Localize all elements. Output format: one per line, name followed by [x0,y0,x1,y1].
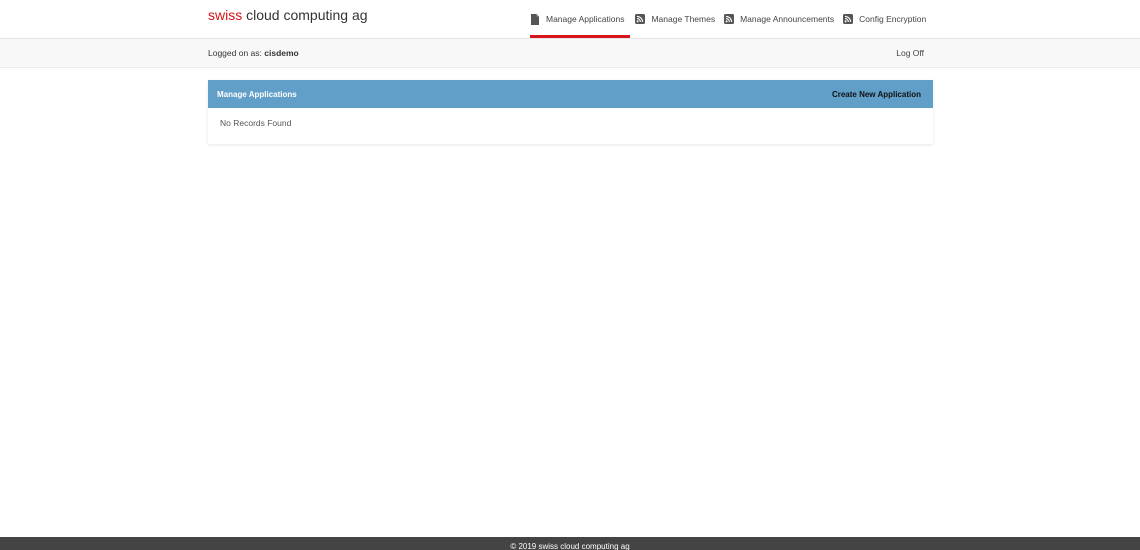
session-bar: Logged on as: cisdemo Log Off [0,39,1140,68]
log-off-link[interactable]: Log Off [896,48,924,58]
brand-rest-text: cloud computing ag [242,7,368,23]
rss-icon [843,14,854,24]
logged-on-text: Logged on as: cisdemo [208,48,299,58]
empty-state-text: No Records Found [220,118,292,128]
brand-logo[interactable]: swiss cloud computing ag [208,7,368,23]
panel-header: Manage Applications Create New Applicati… [208,80,933,108]
nav-item-manage-applications[interactable]: Manage Applications [530,0,631,38]
nav-item-config-encryption[interactable]: Config Encryption [843,0,930,38]
nav-label: Manage Themes [651,14,716,24]
rss-icon [635,14,646,24]
footer-copyright: © 2019 swiss cloud computing ag [510,542,630,550]
rss-icon [724,14,735,24]
panel-title: Manage Applications [217,90,297,99]
applications-panel: Manage Applications Create New Applicati… [208,80,933,144]
document-icon [530,14,540,25]
panel-body: No Records Found [208,108,933,138]
nav-label: Config Encryption [859,14,927,24]
nav-item-manage-themes[interactable]: Manage Themes [635,0,719,38]
create-new-application-button[interactable]: Create New Application [832,90,921,99]
footer: © 2019 swiss cloud computing ag [0,537,1140,550]
logged-on-prefix: Logged on as: [208,48,265,58]
nav-item-manage-announcements[interactable]: Manage Announcements [724,0,838,38]
main-nav: Manage Applications Manage Themes Manage… [530,0,935,38]
top-header: swiss cloud computing ag Manage Applicat… [0,0,1140,39]
nav-label: Manage Announcements [740,14,835,24]
logged-on-user: cisdemo [264,48,299,58]
brand-accent-text: swiss [208,7,243,23]
nav-label: Manage Applications [546,14,625,24]
